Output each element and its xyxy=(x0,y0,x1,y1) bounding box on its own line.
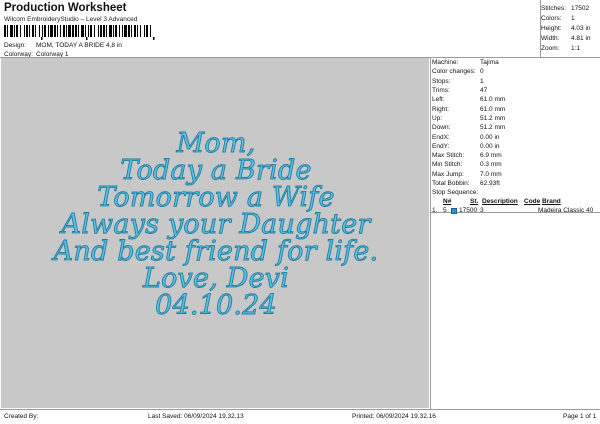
printed-date: Printed: 06/09/2024 19.32.16 xyxy=(352,413,436,420)
info-row: Max Stitch: 6.9 mm xyxy=(432,152,502,160)
info-row: Up: 51.2 mm xyxy=(432,114,506,122)
stop-sequence-label: Stop Sequence: xyxy=(432,189,479,197)
info-row: Left: 61.0 mm xyxy=(432,96,506,104)
info-row: EndX: 0.00 in xyxy=(432,133,500,141)
design-line: Love, Devi xyxy=(142,263,290,294)
info-row: Machine: Tajima xyxy=(432,59,499,67)
stop-sequence-row: 1. 5 17500 3 Madeira Classic 40 xyxy=(432,207,594,215)
stop-sequence-header: N# St. Description Code Brand xyxy=(431,197,599,206)
info-row: Right: 61.0 mm xyxy=(432,105,506,113)
design-line: Mom, xyxy=(176,128,256,159)
thread-color-swatch xyxy=(451,207,457,214)
stats-row: Stitches: 17502 xyxy=(541,4,590,12)
stats-row: Width: 4.81 in xyxy=(541,34,591,42)
last-saved: Last Saved: 06/09/2024 19.32.13 xyxy=(148,413,244,420)
col-description: Description xyxy=(482,198,518,206)
design-name: MOM, TODAY A BRIDE 4,8 in xyxy=(36,42,122,49)
col-code: Code xyxy=(524,198,541,206)
footer-divider xyxy=(0,409,600,410)
stats-divider xyxy=(540,0,541,57)
info-row: Stops: 1 xyxy=(432,77,484,85)
stats-row: Zoom: 1:1 xyxy=(541,44,581,52)
col-brand: Brand xyxy=(542,198,561,206)
page-number: Page 1 of 1 xyxy=(563,413,597,420)
info-row: Down: 51.2 mm xyxy=(432,124,506,132)
design-line: 04.10.24 xyxy=(155,290,278,321)
stats-row: Height: 4.03 in xyxy=(541,24,591,32)
stats-row: Colors: 1 xyxy=(541,14,575,22)
software-subtitle: Wilcom EmbroideryStudio – Level 3 Advanc… xyxy=(4,16,138,23)
design-preview: Mom, Today a Bride Tomorrow a Wife Alway… xyxy=(1,58,429,408)
design-line: And best friend for life. xyxy=(53,236,379,267)
created-by: Created By: xyxy=(4,413,39,420)
design-line: Tomorrow a Wife xyxy=(97,182,335,213)
info-row: Trims: 47 xyxy=(432,87,488,95)
info-row: Total Bobbin: 62.93ft xyxy=(432,180,500,187)
design-line: Always your Daughter xyxy=(61,209,371,240)
barcode xyxy=(4,25,155,40)
machine-info-panel: Machine: Tajima Color changes: 0 Stops: 1 T… xyxy=(431,58,599,215)
stats-summary: Stitches: 17502 Colors: 1 Height: 4.03 in W… xyxy=(541,3,599,53)
design-label: Design: xyxy=(4,42,27,49)
info-row: Color changes: 0 xyxy=(432,68,484,76)
worksheet-title: Production Worksheet xyxy=(4,2,127,14)
info-row: Max Jump: 7.0 mm xyxy=(432,170,502,178)
info-row: Min Stitch: 0.3 mm xyxy=(432,161,502,169)
col-st: St. xyxy=(470,198,479,206)
col-n: N# xyxy=(443,198,452,206)
design-line: Today a Bride xyxy=(120,155,312,186)
embroidery-text: Mom, Today a Bride Tomorrow a Wife Alway… xyxy=(1,128,429,321)
info-row: EndY: 0.00 in xyxy=(432,142,500,150)
